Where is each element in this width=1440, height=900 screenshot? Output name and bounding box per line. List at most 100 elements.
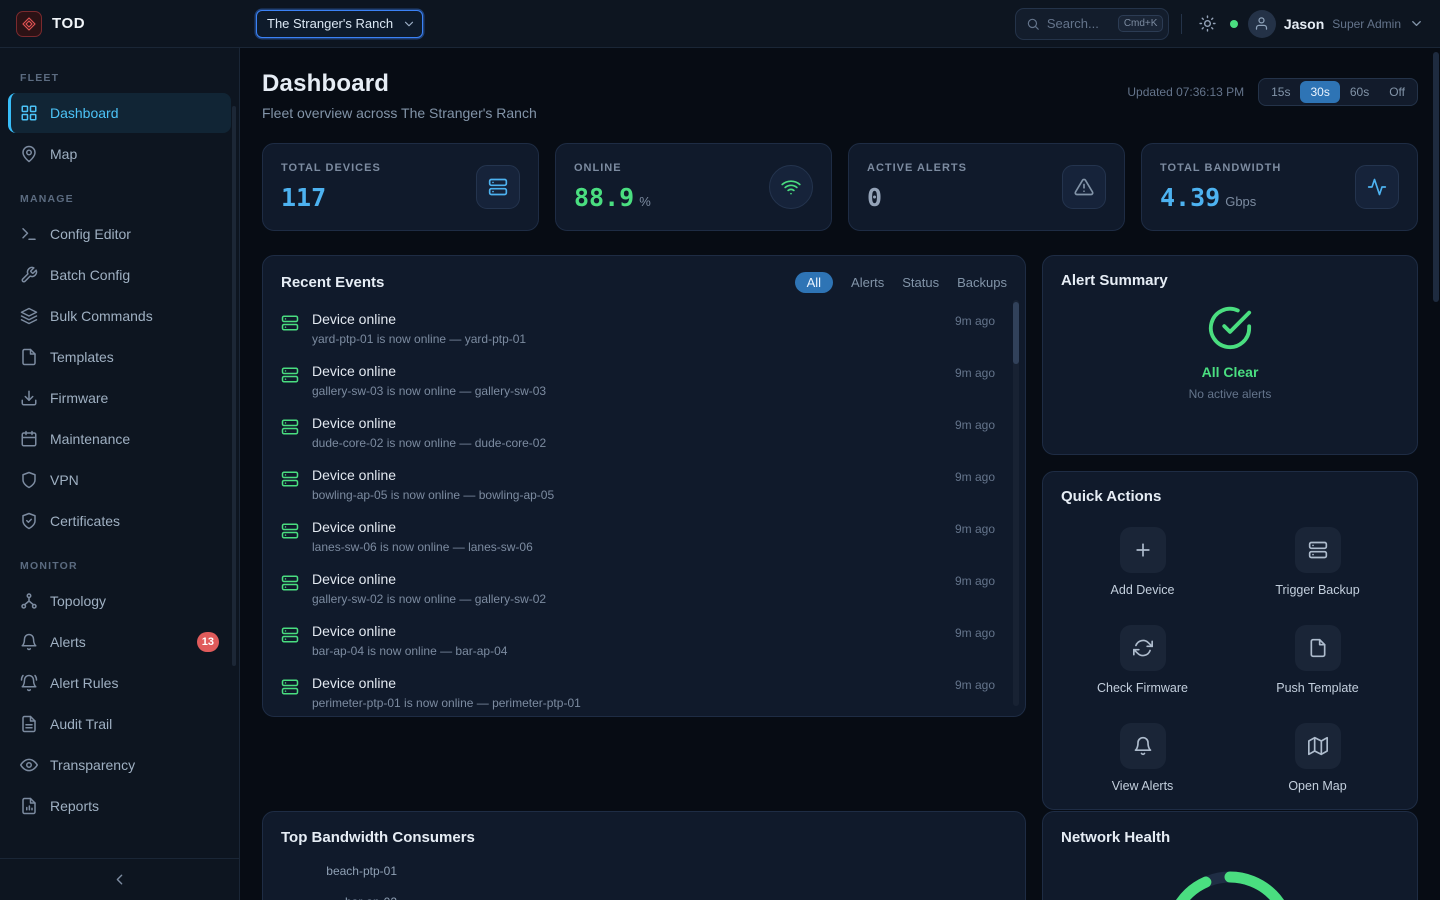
bandwidth-bar-row: beach-ptp-01: [281, 862, 1007, 880]
sidebar-collapse-button[interactable]: [0, 859, 239, 900]
site-selector[interactable]: The Stranger's Ranch: [256, 10, 423, 38]
filter-all[interactable]: All: [795, 272, 833, 293]
app-root: TOD The Stranger's Ranch Cmd+K Jason Sup…: [0, 0, 1440, 900]
quick-action-trigger-backup[interactable]: Trigger Backup: [1236, 527, 1399, 597]
sidebar-item-maintenance[interactable]: Maintenance: [8, 419, 231, 459]
quick-action-open-map[interactable]: Open Map: [1236, 723, 1399, 793]
sidebar-item-vpn[interactable]: VPN: [8, 460, 231, 500]
sidebar-item-map[interactable]: Map: [8, 134, 231, 174]
event-row[interactable]: Device onlinelanes-sw-06 is now online —…: [281, 511, 995, 563]
page-scrollbar[interactable]: [1433, 52, 1439, 302]
sidebar-item-label: Maintenance: [50, 431, 130, 447]
activity-icon: [1367, 177, 1387, 197]
event-row[interactable]: Device onlineperimeter-ptp-01 is now onl…: [281, 667, 995, 717]
server-icon: [281, 366, 299, 384]
network-health-title: Network Health: [1061, 829, 1399, 846]
refresh-option-off[interactable]: Off: [1379, 81, 1415, 103]
sidebar-item-label: Config Editor: [50, 226, 131, 242]
sidebar-item-config-editor[interactable]: Config Editor: [8, 214, 231, 254]
sidebar-item-transparency[interactable]: Transparency: [8, 745, 231, 785]
refresh-option-30s[interactable]: 30s: [1300, 81, 1339, 103]
sidebar-item-batch-config[interactable]: Batch Config: [8, 255, 231, 295]
chevron-down-icon: [1409, 16, 1424, 31]
event-row[interactable]: Device onlineyard-ptp-01 is now online —…: [281, 303, 995, 355]
stat-value: 117: [281, 183, 326, 212]
quick-action-push-template[interactable]: Push Template: [1236, 625, 1399, 695]
sidebar-item-certificates[interactable]: Certificates: [8, 501, 231, 541]
event-subtitle: dude-core-02 is now online — dude-core-0…: [312, 436, 942, 450]
topbar: TOD The Stranger's Ranch Cmd+K Jason Sup…: [0, 0, 1440, 48]
event-time: 9m ago: [955, 678, 995, 692]
sidebar-item-alert-rules[interactable]: Alert Rules: [8, 663, 231, 703]
sidebar-item-firmware[interactable]: Firmware: [8, 378, 231, 418]
check-circle-icon: [1207, 305, 1253, 351]
file-text-icon: [20, 715, 38, 733]
alert-summary-title: Alert Summary: [1061, 272, 1399, 289]
event-row[interactable]: Device onlinedude-core-02 is now online …: [281, 407, 995, 459]
sidebar-item-label: Topology: [50, 593, 106, 609]
sidebar-item-label: VPN: [50, 472, 79, 488]
search-input[interactable]: [1047, 16, 1111, 31]
event-title: Device online: [312, 571, 942, 587]
stat-unit: %: [639, 194, 651, 209]
event-row[interactable]: Device onlinebowling-ap-05 is now online…: [281, 459, 995, 511]
quick-actions-card: Quick Actions Add Device Trigger Backup: [1042, 471, 1418, 810]
site-select[interactable]: The Stranger's Ranch: [256, 10, 423, 38]
refresh-icon: [1133, 638, 1153, 658]
filter-backups[interactable]: Backups: [957, 275, 1007, 290]
alert-status-text: All Clear: [1202, 364, 1259, 380]
plus-icon: [1133, 540, 1153, 560]
events-scrollbar-thumb[interactable]: [1013, 302, 1019, 364]
refresh-option-60s[interactable]: 60s: [1340, 81, 1379, 103]
sidebar-item-label: Certificates: [50, 513, 120, 529]
quick-action-check-firmware[interactable]: Check Firmware: [1061, 625, 1224, 695]
sidebar-scrollbar[interactable]: [232, 106, 236, 666]
sidebar-item-reports[interactable]: Reports: [8, 786, 231, 826]
server-icon: [488, 177, 508, 197]
avatar: [1248, 10, 1276, 38]
server-icon: [1308, 540, 1328, 560]
refresh-option-15s[interactable]: 15s: [1261, 81, 1300, 103]
event-subtitle: bar-ap-04 is now online — bar-ap-04: [312, 644, 942, 658]
stat-label: ACTIVE ALERTS: [867, 162, 967, 174]
sidebar-item-dashboard[interactable]: Dashboard: [8, 93, 231, 133]
alert-detail-text: No active alerts: [1189, 387, 1272, 401]
event-title: Device online: [312, 623, 942, 639]
quick-action-label: Add Device: [1111, 583, 1175, 597]
sidebar-item-templates[interactable]: Templates: [8, 337, 231, 377]
event-row[interactable]: Device online bar-ap-04 is now online — b…: [281, 615, 995, 667]
event-time: 9m ago: [955, 314, 995, 328]
events-list: Device onlineyard-ptp-01 is now online —…: [263, 301, 1025, 717]
event-row[interactable]: Device onlinegallery-sw-03 is now online…: [281, 355, 995, 407]
user-menu[interactable]: Jason Super Admin: [1248, 10, 1424, 38]
sidebar-item-bulk-commands[interactable]: Bulk Commands: [8, 296, 231, 336]
stat-cards: TOTAL DEVICES 117 ONLINE 88.9% ACTIVE AL…: [262, 143, 1418, 231]
brand-area: TOD: [0, 11, 240, 37]
user-icon: [1254, 16, 1269, 31]
sidebar-item-label: Batch Config: [50, 267, 130, 283]
brand-name: TOD: [52, 15, 85, 32]
quick-action-view-alerts[interactable]: View Alerts: [1061, 723, 1224, 793]
quick-action-label: Open Map: [1288, 779, 1346, 793]
bandwidth-bar-label: bar-ap-02: [281, 895, 397, 900]
sidebar-item-audit-trail[interactable]: Audit Trail: [8, 704, 231, 744]
calendar-icon: [20, 430, 38, 448]
alert-summary-card: Alert Summary All Clear No active alerts: [1042, 255, 1418, 455]
sidebar-item-topology[interactable]: Topology: [8, 581, 231, 621]
bandwidth-bar-label: beach-ptp-01: [281, 864, 397, 878]
event-time: 9m ago: [955, 366, 995, 380]
download-icon: [20, 389, 38, 407]
filter-alerts[interactable]: Alerts: [851, 275, 884, 290]
grid-icon: [20, 104, 38, 122]
user-name: Jason: [1284, 16, 1324, 32]
terminal-icon: [20, 225, 38, 243]
quick-action-add-device[interactable]: Add Device: [1061, 527, 1224, 597]
event-row[interactable]: Device onlinegallery-sw-02 is now online…: [281, 563, 995, 615]
sidebar-item-label: Transparency: [50, 757, 135, 773]
search-box[interactable]: Cmd+K: [1015, 8, 1169, 40]
eye-icon: [20, 756, 38, 774]
filter-status[interactable]: Status: [902, 275, 939, 290]
network-health-gauge: [1155, 862, 1305, 900]
sidebar-item-alerts[interactable]: Alerts 13: [8, 622, 231, 662]
theme-toggle-button[interactable]: [1194, 10, 1222, 38]
